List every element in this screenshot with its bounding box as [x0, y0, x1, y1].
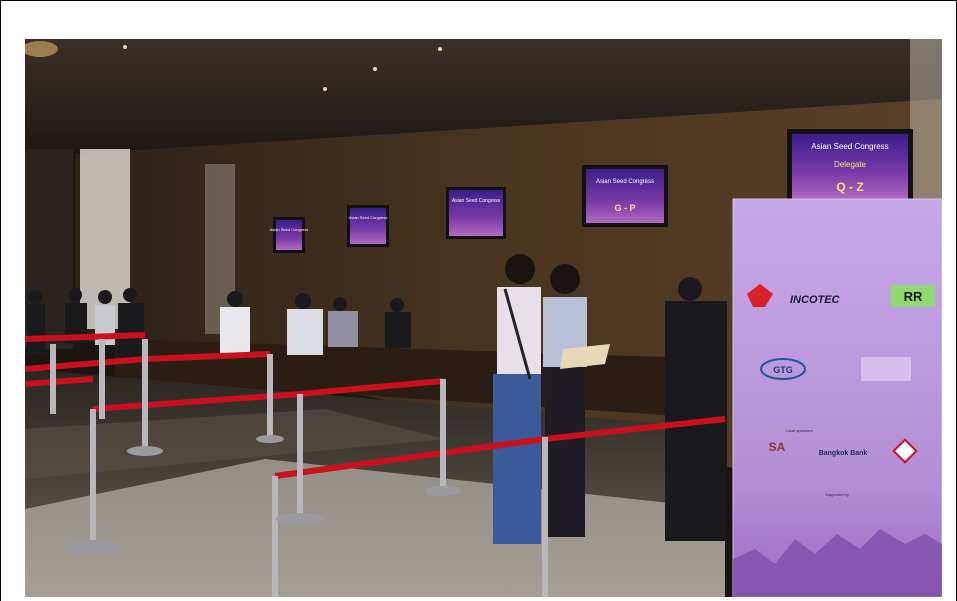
sponsor-rr: RR — [904, 289, 923, 304]
screen-5: Asian Seed Congress Delegate Q - Z — [787, 129, 913, 205]
local-sponsors-label: Local sponsors — [786, 428, 813, 433]
screen-5-title: Asian Seed Congress — [811, 142, 888, 151]
image-frame: Asian Seed Congress Asian Seed Congress … — [0, 0, 957, 601]
screen-4-range: G - P — [614, 203, 635, 213]
man-striped-shirt — [493, 254, 541, 544]
screen-5-sub: Delegate — [834, 160, 867, 169]
sponsor-banner: INCOTEC RR GTG Local sponsors SA Bangkok… — [732, 198, 942, 597]
screen-2: Asian Seed Congress — [347, 205, 389, 247]
screen-2-text: Asian Seed Congress — [349, 215, 388, 220]
registration-hall-photo: Asian Seed Congress Asian Seed Congress … — [25, 39, 942, 597]
sponsor-incotec: INCOTEC — [790, 294, 841, 306]
screen-3: Asian Seed Congress — [446, 187, 506, 239]
sponsor-sa: SA — [769, 440, 786, 454]
screen-4-title: Asian Seed Congress — [596, 179, 654, 185]
screen-5-range: Q - Z — [836, 180, 863, 194]
screen-3-text: Asian Seed Congress — [452, 198, 501, 204]
screen-1: Asian Seed Congress — [270, 217, 309, 253]
screen-1-text: Asian Seed Congress — [270, 227, 309, 232]
sponsor-green-logo — [861, 357, 911, 381]
sponsor-gtg: GTG — [773, 365, 793, 375]
sponsor-bangkok-bank: Bangkok Bank — [819, 450, 868, 457]
supported-by-label: Supported by — [825, 492, 849, 497]
screen-4: Asian Seed Congress G - P — [582, 165, 668, 227]
